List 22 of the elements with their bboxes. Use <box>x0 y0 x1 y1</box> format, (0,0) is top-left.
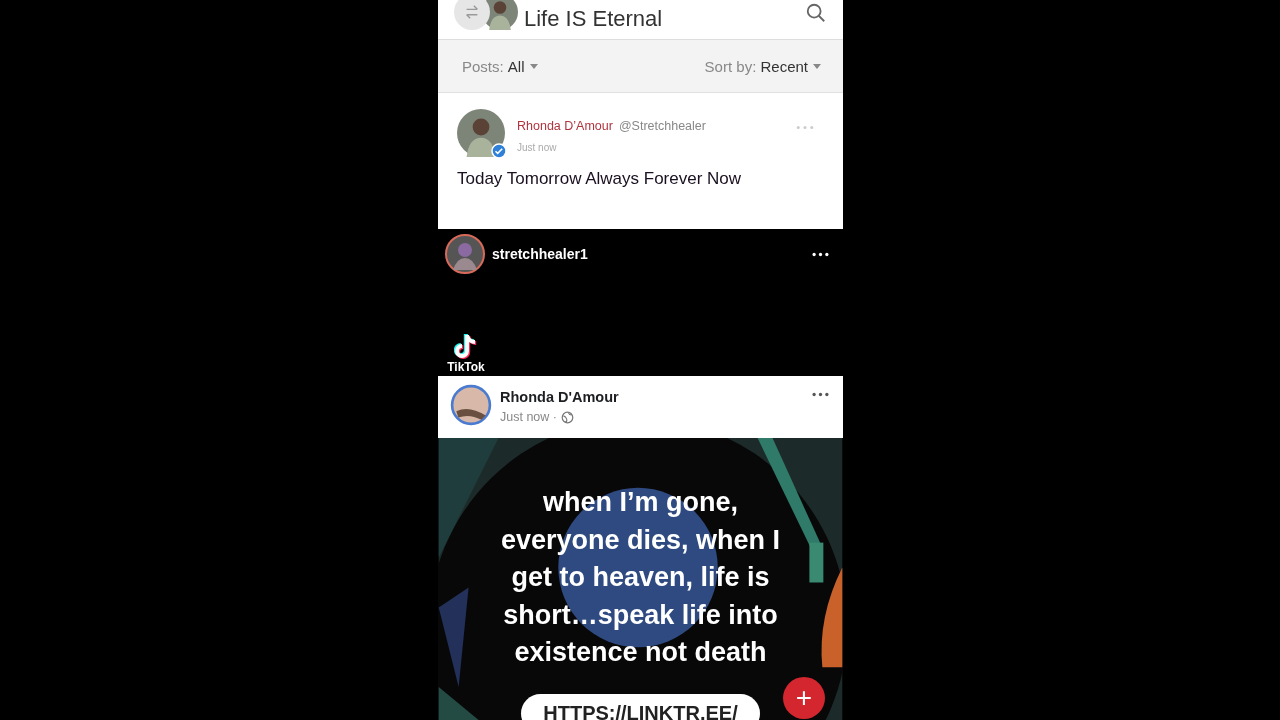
globe-icon <box>560 410 574 424</box>
post-time: Just now <box>517 142 558 153</box>
author-link[interactable]: Rhonda D'Amour <box>500 389 812 405</box>
group-title: Life IS Eternal <box>524 5 663 32</box>
watermark-label: TikTok <box>447 360 485 374</box>
avatar <box>457 109 505 157</box>
post-text: Today Tomorrow Always Forever Now <box>457 169 743 189</box>
switch-button[interactable] <box>454 0 490 30</box>
music-note-icon <box>454 332 478 360</box>
avatar <box>445 234 485 274</box>
search-icon[interactable] <box>805 1 827 24</box>
filter-dropdown[interactable]: Sort by: Recent <box>704 57 821 75</box>
filter-dropdown[interactable]: Posts: All <box>462 57 538 75</box>
post-time: Just now · <box>500 410 557 424</box>
more-icon[interactable] <box>812 392 829 397</box>
more-icon[interactable] <box>812 251 829 257</box>
swap-arrows-icon <box>463 2 481 21</box>
author-handle: @Stretchhealer <box>618 119 706 133</box>
link-label: HTTPS://LINKTR.EE/ <box>521 693 760 720</box>
author-link[interactable]: Rhonda D’Amour <box>517 119 613 133</box>
avatar <box>450 384 492 426</box>
username: stretchhealer1 <box>492 246 589 262</box>
